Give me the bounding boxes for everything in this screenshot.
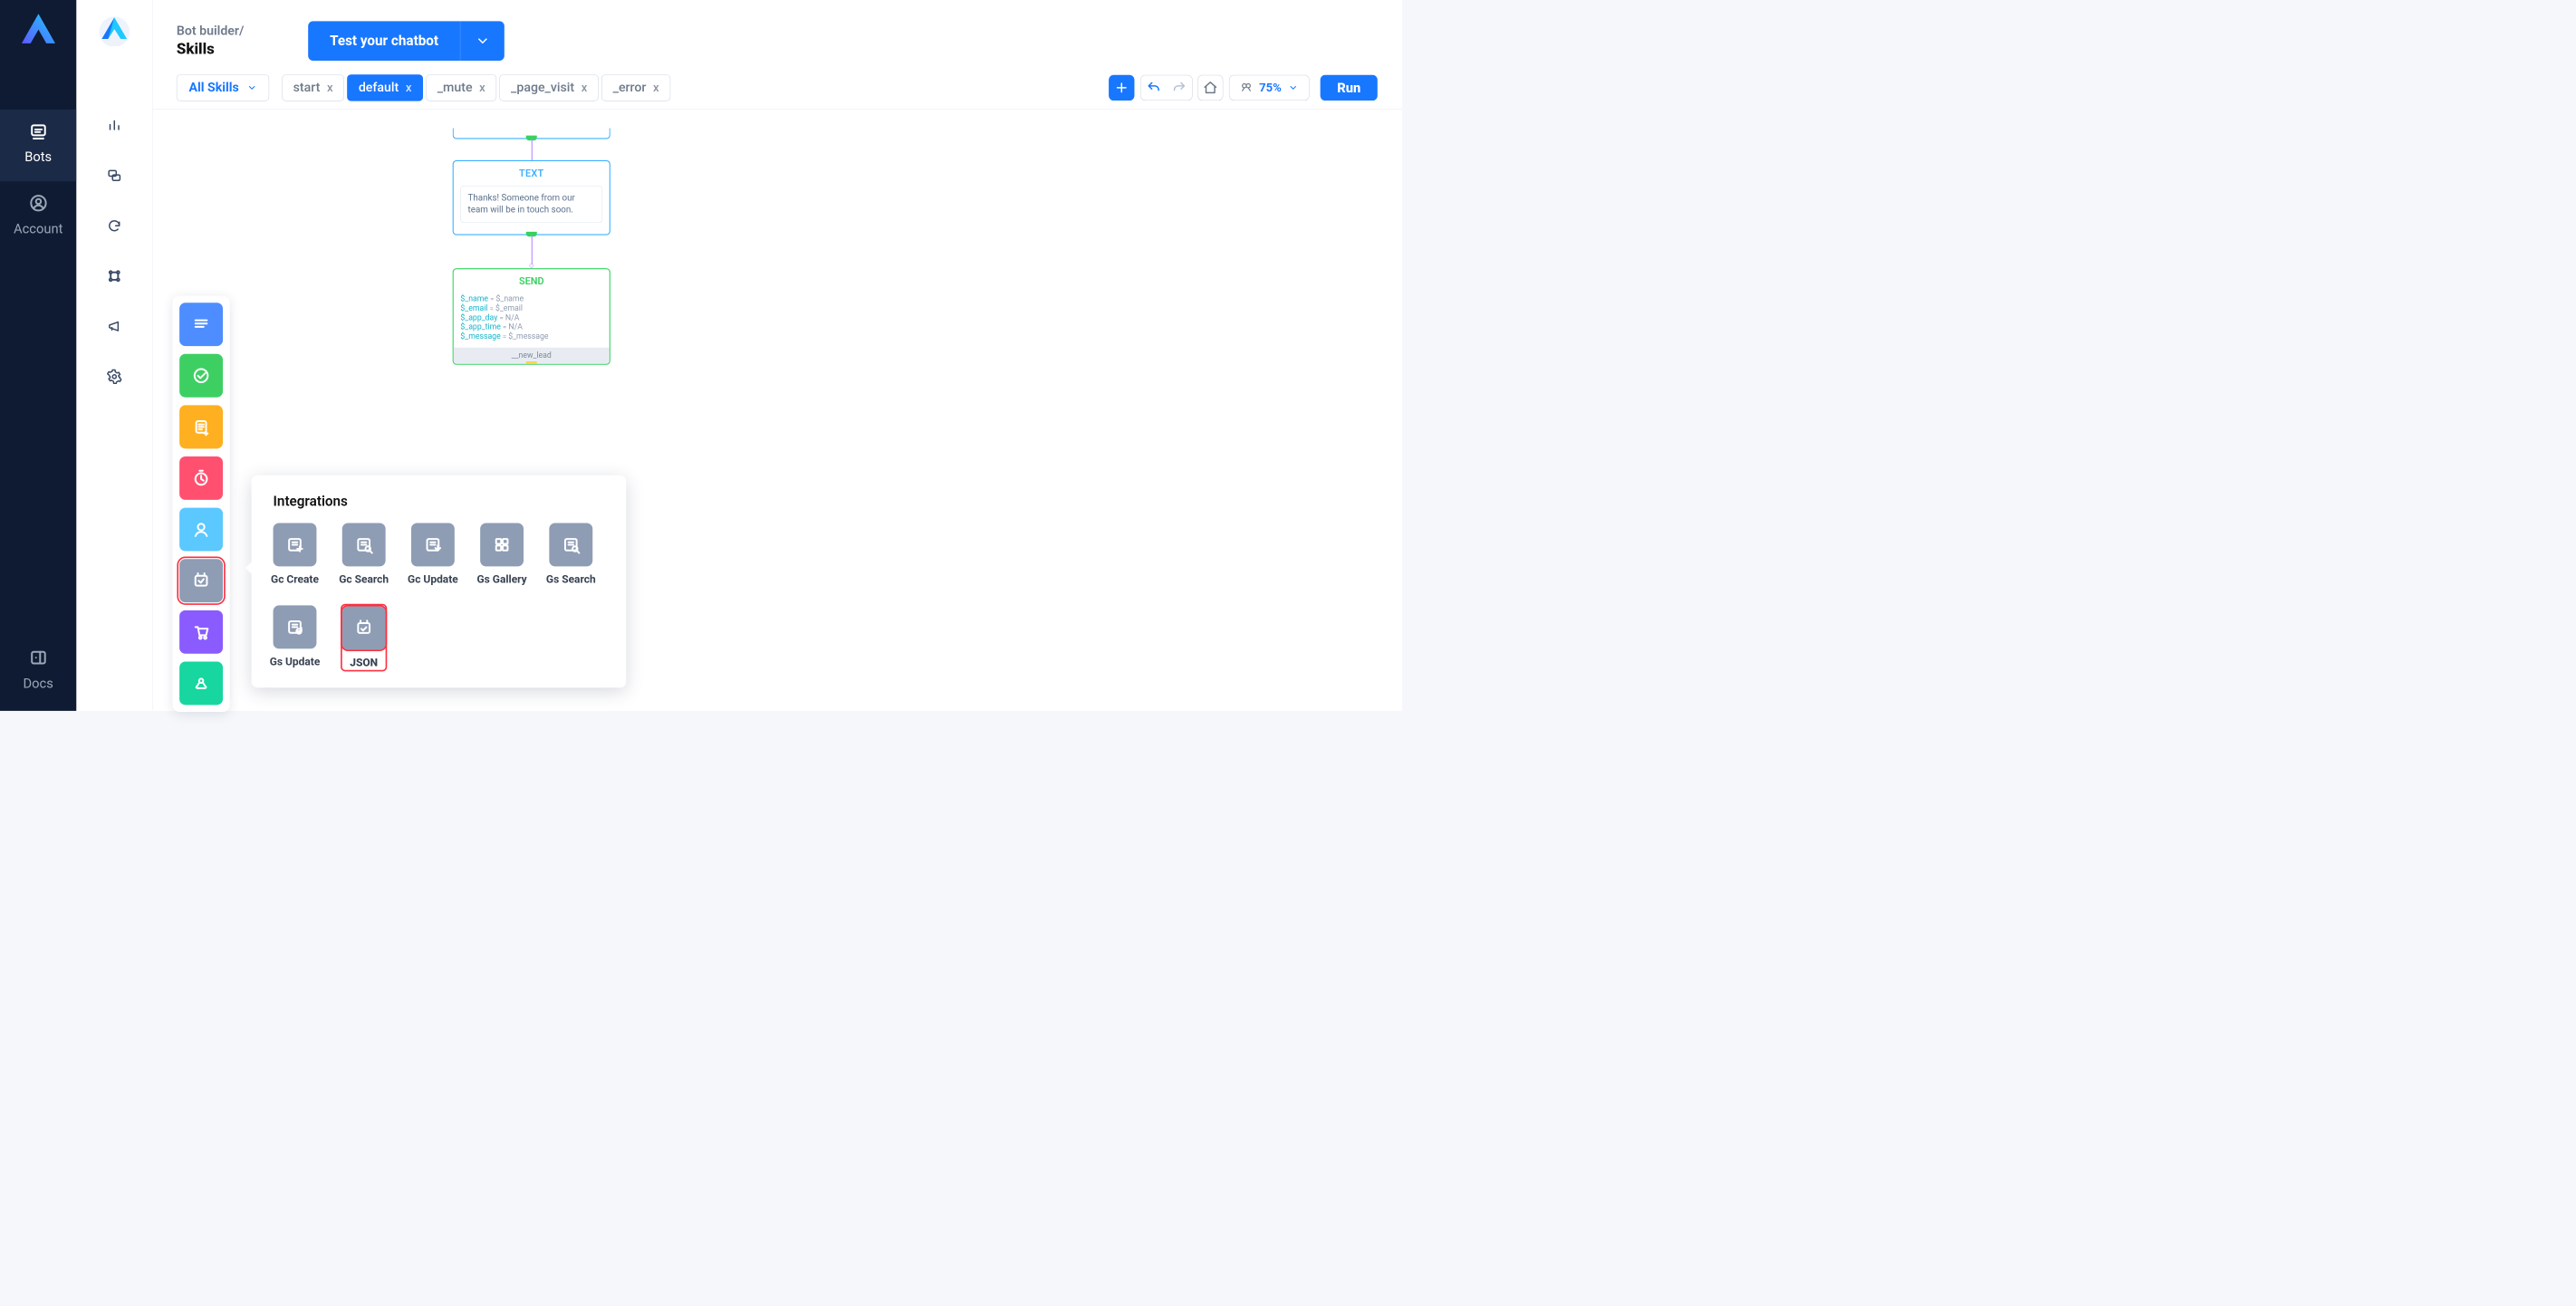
nav-bots-label: Bots [0,149,76,164]
skill-tab-_error[interactable]: _errorx [601,74,670,101]
test-chatbot-button[interactable]: Test your chatbot [308,21,505,61]
zoom-value: 75% [1259,81,1282,94]
close-icon[interactable]: x [479,81,485,94]
integrations-grid: Gc Create Gc Search Gc Update Gs Gallery Gs … [274,523,605,670]
workspace-settings[interactable] [105,368,123,386]
flow-canvas[interactable]: TEXT Thanks! Someone from our team will … [153,129,1402,711]
workspace-conversations[interactable] [105,167,123,185]
test-chatbot-label: Test your chatbot [308,33,460,49]
skill-tab-_mute[interactable]: _mutex [426,74,496,101]
webhook-tool[interactable] [179,661,223,705]
json-icon [342,606,386,649]
skill-tab-start[interactable]: startx [282,74,344,101]
connector [532,139,533,159]
send-row: $_app_time=N/A [460,322,602,331]
send-node-footer: __new_lead [454,348,610,364]
send-row: $_name=$_name [460,293,602,302]
header: Bot builder/ Skills Test your chatbot [153,0,1402,66]
integrations-popover: Integrations Gc Create Gc Search Gc Update… [252,475,627,688]
undo-button[interactable] [1140,81,1166,95]
user-tool[interactable] [179,508,223,552]
integration-label: Gc Update [408,573,458,586]
gs-update-icon [274,605,317,648]
send-row: $_message=$_message [460,331,602,341]
close-icon[interactable]: x [406,81,412,94]
nav-docs-label: Docs [0,676,76,691]
integration-gc-create[interactable]: Gc Create [274,523,317,586]
text-block-tool[interactable] [179,302,223,346]
close-icon[interactable]: x [582,81,588,94]
skills-select-label: All Skills [188,81,238,95]
run-label: Run [1337,80,1360,95]
integration-label: Gs Update [270,656,321,668]
check-tool[interactable] [179,354,223,398]
skill-tab-default[interactable]: defaultx [347,74,423,101]
workspace-logo [95,13,135,48]
workspace-sidebar [76,0,152,711]
workspace-flow[interactable] [105,267,123,285]
nav-bots[interactable]: Bots [0,110,76,181]
run-button[interactable]: Run [1321,75,1378,101]
app-left-rail: Bots Account Docs [0,0,76,711]
workspace-broadcast[interactable] [105,318,123,336]
gc-create-icon [274,523,317,567]
skills-select[interactable]: All Skills [177,74,269,101]
integration-gc-search[interactable]: Gc Search [342,523,386,586]
integration-gc-update[interactable]: Gc Update [411,523,455,586]
gs-gallery-icon [480,523,524,567]
nav-docs[interactable]: Docs [0,636,76,711]
undo-redo-group [1140,75,1193,101]
page-title: Skills [177,40,245,58]
send-row: $_app_day=N/A [460,312,602,322]
main-area: Bot builder/ Skills Test your chatbot Al… [153,0,1402,711]
text-node[interactable]: TEXT Thanks! Someone from our team will … [453,160,610,235]
close-icon[interactable]: x [327,81,333,94]
node-palette [173,296,230,712]
app-logo [16,14,60,50]
text-node-title: TEXT [454,168,610,179]
integration-label: Gc Search [339,573,389,586]
test-chatbot-dropdown[interactable] [460,21,505,61]
skill-tab-_page_visit[interactable]: _page_visitx [500,74,599,101]
send-node[interactable]: SEND $_name=$_name$_email=$_email$_app_d… [453,268,610,365]
integrations-title: Integrations [274,493,605,509]
text-node-body: Thanks! Someone from our team will be in… [460,186,602,223]
connector-end [530,264,533,267]
send-node-rows: $_name=$_name$_email=$_email$_app_day=N/… [460,293,602,341]
integration-json[interactable]: JSON [342,605,386,669]
skill-tabs: startxdefaultx_mutex_page_visitx_errorx [282,74,670,101]
close-icon[interactable]: x [653,81,659,94]
home-button[interactable] [1197,75,1223,101]
integration-label: Gs Gallery [477,573,527,586]
redo-button[interactable] [1167,81,1192,95]
timer-tool[interactable] [179,456,223,500]
cart-tool[interactable] [179,610,223,654]
nav-account-label: Account [0,221,76,236]
send-node-title: SEND [454,275,610,287]
list-tool[interactable] [179,405,223,448]
toolbar: All Skills startxdefaultx_mutex_page_vis… [153,66,1402,109]
integration-label: Gc Create [271,573,319,586]
workspace-sync[interactable] [105,216,123,235]
integration-label: JSON [350,657,378,669]
integration-label: Gs Search [546,573,596,586]
send-row: $_email=$_email [460,303,602,312]
nav-account[interactable]: Account [0,181,76,253]
gc-search-icon [342,523,386,567]
connector [532,235,533,268]
gs-search-icon [549,523,592,567]
add-button[interactable] [1109,75,1134,101]
integrations-tool[interactable] [179,559,223,602]
breadcrumb: Bot builder/ [177,24,245,38]
zoom-control[interactable]: 75% [1229,75,1310,101]
gc-update-icon [411,523,455,567]
integration-gs-search[interactable]: Gs Search [549,523,592,586]
integration-gs-gallery[interactable]: Gs Gallery [480,523,524,586]
integration-gs-update[interactable]: Gs Update [274,605,317,669]
prev-node-fragment [453,129,610,139]
workspace-analytics[interactable] [105,116,123,134]
